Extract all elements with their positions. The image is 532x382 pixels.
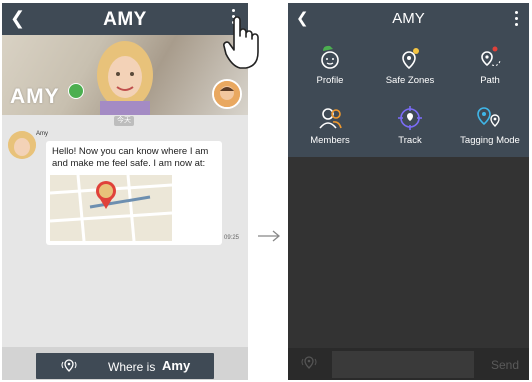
safe-zones-icon: [402, 48, 419, 70]
sender-name: Amy: [36, 131, 48, 137]
left-footer-bar: Where is Amy: [2, 347, 248, 380]
right-header-title: AMY: [392, 10, 425, 27]
banner-name: AMY: [10, 85, 60, 108]
where-is-name: Amy: [162, 358, 191, 373]
message-text: Hello! Now you can know where I am and m…: [52, 146, 209, 169]
where-is-label: Where is: [108, 360, 156, 374]
menu-label: Profile: [316, 75, 344, 86]
right-body-area: [288, 157, 529, 347]
menu-label: Tagging Mode: [460, 135, 520, 146]
where-is-button[interactable]: Where is Amy: [36, 353, 214, 379]
right-header-bar: ❮ AMY: [288, 3, 529, 35]
right-footer-bar: Send: [288, 348, 529, 380]
date-chip: 今天: [114, 116, 134, 126]
menu-item-profile[interactable]: Profile: [290, 35, 370, 95]
track-icon: [398, 106, 422, 130]
send-button[interactable]: Send: [491, 358, 519, 372]
location-map-thumbnail[interactable]: [50, 175, 172, 241]
members-icon: [319, 108, 342, 129]
feature-menu: Profile Safe Zones Path Members Track Ta…: [288, 35, 529, 157]
menu-item-track[interactable]: Track: [370, 95, 450, 155]
path-icon: [481, 46, 501, 67]
location-signal-icon: [61, 359, 77, 372]
location-signal-icon[interactable]: [300, 354, 318, 372]
menu-item-path[interactable]: Path: [450, 35, 529, 95]
message-input[interactable]: [332, 351, 474, 378]
avatar[interactable]: [212, 79, 242, 109]
menu-item-safe-zones[interactable]: Safe Zones: [370, 35, 450, 95]
map-icon: [50, 175, 172, 241]
menu-label: Path: [480, 75, 500, 86]
parent-avatar-icon: [214, 81, 240, 107]
lock-badge-icon: [68, 83, 84, 99]
menu-label: Safe Zones: [385, 75, 435, 86]
menu-label: Track: [398, 135, 422, 146]
right-phone-screen: ❮ AMY Profile Safe Zones Path Members Tr…: [288, 3, 529, 380]
tap-hand-icon: [223, 16, 259, 69]
menu-label: Members: [310, 135, 350, 146]
menu-item-tagging-mode[interactable]: Tagging Mode: [450, 95, 529, 155]
left-header-bar: ❮ AMY: [2, 3, 248, 35]
profile-banner: AMY: [2, 35, 248, 115]
profile-face-icon: [321, 45, 339, 69]
child-avatar-icon: [8, 131, 36, 159]
avatar[interactable]: [8, 131, 36, 159]
message-bubble: Hello! Now you can know where I am and m…: [46, 141, 222, 245]
message-timestamp: 09:25: [224, 235, 240, 241]
left-header-title: AMY: [103, 9, 147, 30]
left-phone-screen: ❮ AMY AMY 今天 Amy Hello! Now you can know…: [2, 3, 248, 380]
arrow-right-icon: [258, 230, 280, 242]
menu-item-members[interactable]: Members: [290, 95, 370, 155]
tagging-mode-icon: [477, 107, 500, 127]
child-photo: [97, 41, 153, 115]
more-vertical-icon[interactable]: [515, 11, 519, 29]
